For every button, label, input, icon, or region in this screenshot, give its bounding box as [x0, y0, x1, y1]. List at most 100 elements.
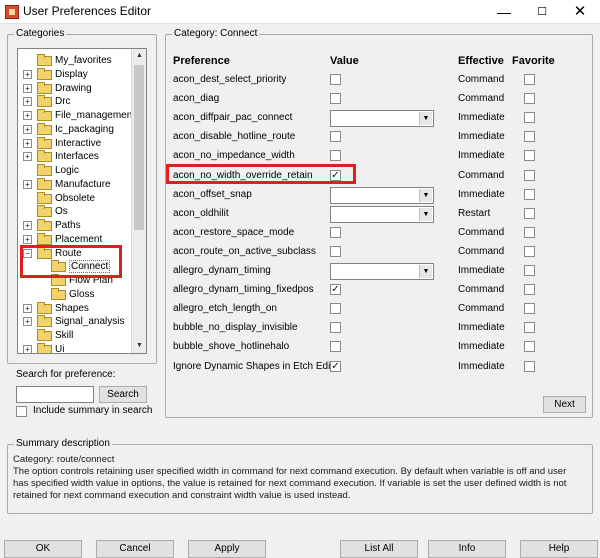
pref-value-checkbox[interactable] — [330, 226, 341, 238]
pref-value-checkbox[interactable] — [330, 341, 341, 353]
folder-icon — [37, 164, 52, 176]
pref-effective: Immediate — [458, 131, 505, 143]
pref-value-checkbox[interactable] — [330, 322, 341, 334]
pref-favorite-checkbox[interactable] — [524, 150, 535, 162]
summary-line: The option controls retaining user speci… — [13, 466, 567, 477]
header-effective: Effective — [458, 55, 504, 67]
chevron-down-icon[interactable]: ▼ — [419, 265, 432, 278]
expand-icon[interactable]: + — [23, 303, 32, 313]
pref-favorite-checkbox[interactable] — [524, 226, 535, 238]
tree-item[interactable]: + Drc — [18, 95, 131, 108]
pref-favorite-checkbox[interactable] — [524, 169, 535, 181]
tree-item[interactable]: + Interfaces — [18, 150, 131, 163]
tree-item[interactable]: My_favorites — [18, 54, 131, 67]
close-button[interactable]: ✕ — [562, 0, 598, 24]
tree-item[interactable]: + Ui — [18, 342, 131, 353]
chevron-down-icon[interactable]: ▼ — [419, 188, 432, 202]
minimize-button[interactable]: — — [486, 0, 522, 24]
expand-icon[interactable]: + — [23, 111, 32, 120]
search-input[interactable] — [16, 386, 94, 403]
pref-favorite-checkbox[interactable] — [524, 303, 535, 315]
maximize-button[interactable]: ☐ — [524, 0, 560, 24]
pref-value-combo[interactable]: ▼ — [330, 205, 434, 223]
list-all-button[interactable]: List All — [340, 540, 418, 558]
pref-favorite-checkbox[interactable] — [524, 112, 535, 124]
pref-value-checkbox[interactable] — [330, 74, 341, 85]
tree-item[interactable]: + Manufacture — [18, 177, 131, 191]
pref-value-checkbox[interactable] — [330, 150, 341, 162]
pref-value-combo[interactable]: ▼ — [330, 110, 434, 128]
expand-icon[interactable]: + — [23, 317, 32, 327]
expand-icon[interactable]: + — [23, 234, 32, 244]
expand-icon[interactable]: + — [23, 138, 32, 148]
pref-favorite-checkbox[interactable] — [524, 322, 535, 334]
header-favorite: Favorite — [512, 55, 555, 67]
include-summary-checkbox[interactable] — [16, 406, 27, 417]
tree-item[interactable]: + Drawing — [18, 81, 131, 95]
tree-item[interactable]: + File_management — [18, 109, 131, 122]
chevron-down-icon[interactable]: ▼ — [419, 207, 432, 221]
chevron-down-icon[interactable]: ▼ — [419, 112, 432, 126]
tree-item[interactable]: Os — [18, 205, 131, 218]
pref-favorite-checkbox[interactable] — [524, 131, 535, 143]
tree-item[interactable]: + Interactive — [18, 136, 131, 150]
scroll-down-icon[interactable]: ▼ — [132, 339, 147, 353]
tree-item[interactable]: + Signal_analysis — [18, 315, 131, 328]
expand-icon[interactable]: + — [23, 69, 32, 79]
expand-icon[interactable]: + — [23, 124, 32, 134]
tree-item-label: Placement — [55, 233, 103, 245]
pref-effective: Immediate — [458, 112, 505, 124]
expand-icon[interactable]: + — [23, 344, 32, 353]
pref-favorite-checkbox[interactable] — [524, 93, 535, 105]
tree-scrollbar[interactable]: ▲ ▼ — [131, 49, 146, 353]
pref-value-checkbox[interactable] — [330, 131, 341, 143]
pref-favorite-checkbox[interactable] — [524, 265, 535, 276]
pref-favorite-checkbox[interactable] — [524, 188, 535, 200]
tree-item[interactable]: Gloss — [18, 287, 131, 301]
pref-value-checkbox[interactable]: ✓ — [330, 360, 341, 372]
pref-value-checkbox[interactable] — [330, 93, 341, 105]
pref-value-checkbox[interactable] — [330, 245, 341, 257]
folder-icon — [37, 342, 52, 353]
pref-favorite-checkbox[interactable] — [524, 207, 535, 219]
search-button[interactable]: Search — [99, 386, 147, 403]
tree-item[interactable]: + Display — [18, 67, 131, 81]
pref-value-combo[interactable]: ▼ — [330, 186, 434, 204]
pref-value-combo[interactable]: ▼ — [330, 263, 434, 280]
scroll-up-icon[interactable]: ▲ — [132, 49, 147, 63]
pref-value-checkbox[interactable] — [330, 303, 341, 315]
apply-button[interactable]: Apply — [188, 540, 266, 558]
pref-favorite-checkbox[interactable] — [524, 360, 535, 372]
next-button[interactable]: Next — [543, 396, 586, 413]
pref-effective: Immediate — [458, 150, 505, 162]
expand-icon[interactable]: + — [23, 97, 32, 107]
tree-item[interactable]: + Ic_packaging — [18, 122, 131, 136]
tree-item[interactable]: + Placement — [18, 232, 131, 246]
expand-icon[interactable]: + — [23, 83, 32, 93]
pref-favorite-checkbox[interactable] — [524, 245, 535, 257]
pref-effective: Command — [458, 93, 505, 105]
tree-item[interactable]: Obsolete — [18, 191, 131, 205]
tree-item[interactable]: Skill — [18, 329, 131, 342]
pref-favorite-checkbox[interactable] — [524, 284, 535, 296]
summary-line: has specified width value in options, th… — [13, 478, 567, 489]
pref-favorite-checkbox[interactable] — [524, 341, 535, 353]
tree-item[interactable]: Logic — [18, 164, 131, 177]
cancel-button[interactable]: Cancel — [96, 540, 174, 558]
folder-icon — [37, 301, 52, 314]
category-tree[interactable]: My_favorites + Display + Drawing + Drc + File_ma… — [17, 48, 147, 354]
scroll-thumb[interactable] — [134, 65, 144, 230]
expand-icon[interactable]: + — [23, 152, 32, 162]
window-title: User Preferences Editor — [23, 4, 152, 18]
tree-item[interactable]: + Paths — [18, 219, 131, 232]
pref-value-checkbox[interactable]: ✓ — [330, 284, 341, 296]
pref-favorite-checkbox[interactable] — [524, 74, 535, 85]
help-button[interactable]: Help — [520, 540, 598, 558]
ok-button[interactable]: OK — [4, 540, 82, 558]
tree-item[interactable]: + Shapes — [18, 301, 131, 315]
expand-icon[interactable]: + — [23, 179, 32, 189]
expand-icon[interactable]: + — [23, 221, 32, 230]
info-button[interactable]: Info — [428, 540, 506, 558]
folder-icon — [51, 287, 66, 300]
pref-name: acon_offset_snap — [173, 188, 252, 200]
